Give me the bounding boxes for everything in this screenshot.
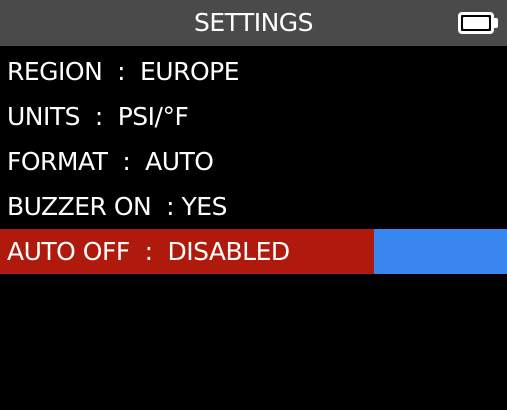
menu-item-buzzer[interactable]: BUZZER ON : YES bbox=[0, 184, 507, 229]
menu-item-format[interactable]: FORMAT : AUTO bbox=[0, 139, 507, 184]
menu-item-units[interactable]: UNITS : PSI/°F bbox=[0, 94, 507, 139]
menu-item-label: UNITS : PSI/°F bbox=[7, 102, 189, 131]
page-title: SETTINGS bbox=[193, 8, 314, 37]
selection-highlight bbox=[374, 229, 507, 274]
menu-item-label: AUTO OFF : DISABLED bbox=[7, 237, 290, 266]
header-bar: SETTINGS bbox=[0, 0, 507, 46]
menu-item-label: FORMAT : AUTO bbox=[7, 147, 214, 176]
menu-item-region[interactable]: REGION : EUROPE bbox=[0, 49, 507, 94]
menu-item-label: BUZZER ON : YES bbox=[7, 192, 227, 221]
menu-item-auto-off[interactable]: AUTO OFF : DISABLED bbox=[0, 229, 507, 274]
settings-menu: REGION : EUROPE UNITS : PSI/°F FORMAT : … bbox=[0, 49, 507, 274]
menu-item-label: REGION : EUROPE bbox=[7, 57, 240, 86]
battery-full-icon bbox=[458, 12, 498, 34]
